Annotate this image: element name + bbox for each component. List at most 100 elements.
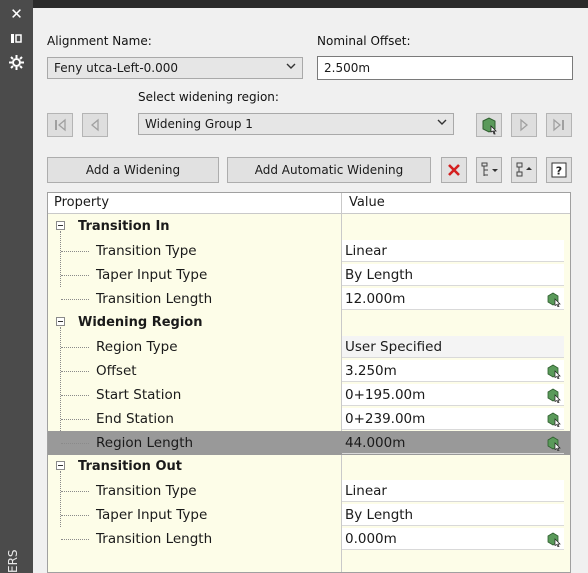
property-value: 44.000m — [345, 435, 406, 451]
tree-line — [61, 419, 89, 420]
previous-icon — [90, 118, 99, 132]
property-value: 3.250m — [345, 363, 397, 379]
property-name: End Station — [96, 411, 174, 427]
tree-line — [61, 299, 89, 300]
category-row[interactable]: Widening Region — [48, 311, 570, 431]
sort-button[interactable] — [511, 157, 537, 183]
category-label: Transition In — [78, 219, 170, 234]
tree-line — [61, 491, 89, 492]
last-region-button[interactable] — [546, 113, 572, 137]
grid-header: Property Value — [48, 193, 570, 214]
property-value: By Length — [345, 267, 414, 283]
tree-line — [61, 515, 89, 516]
pick-from-drawing-icon[interactable] — [546, 363, 562, 379]
property-name: Region Type — [96, 339, 178, 355]
svg-text:?: ? — [556, 165, 562, 178]
collapse-icon[interactable] — [56, 221, 65, 230]
property-row[interactable]: Offset 3.250m — [48, 359, 570, 383]
value-column-header: Value — [349, 195, 385, 210]
select-region-label: Select widening region: — [138, 90, 279, 104]
pick-from-drawing-icon[interactable] — [546, 435, 562, 451]
property-value: 0+239.00m — [345, 411, 426, 427]
help-button[interactable]: ? — [546, 157, 572, 183]
property-value-field[interactable]: 44.000m — [342, 432, 564, 454]
property-name: Transition Type — [96, 483, 197, 499]
property-value-field[interactable]: Linear — [342, 480, 564, 502]
add-widening-button[interactable]: Add a Widening — [47, 157, 219, 183]
pick-from-drawing-icon[interactable] — [546, 411, 562, 427]
tree-line — [61, 443, 89, 444]
auto-hide-icon[interactable] — [8, 30, 25, 47]
pick-from-drawing-icon[interactable] — [546, 387, 562, 403]
property-grid: Property Value Transition In Transition T… — [47, 192, 571, 573]
next-icon — [520, 118, 529, 132]
property-row[interactable]: Transition Type Linear — [48, 239, 570, 263]
property-row[interactable]: Transition Type Linear — [48, 479, 570, 503]
first-icon — [55, 118, 66, 132]
property-value-field[interactable]: 12.000m — [342, 288, 564, 310]
sort-icon — [516, 162, 532, 177]
property-name: Start Station — [96, 387, 182, 403]
nominal-offset-input[interactable]: 2.500m — [317, 56, 573, 80]
first-region-button[interactable] — [47, 113, 73, 137]
tree-line — [61, 539, 89, 540]
palette-title: ERS — [6, 549, 20, 573]
next-region-button[interactable] — [511, 113, 537, 137]
property-row[interactable]: Transition Length 12.000m — [48, 287, 570, 311]
tree-line — [61, 347, 89, 348]
palette-sidebar: ✕ ERS — [0, 0, 33, 573]
tree-line — [61, 275, 89, 276]
collapse-icon[interactable] — [56, 461, 65, 470]
property-value: 12.000m — [345, 291, 406, 307]
property-row[interactable]: Region Length 44.000m — [48, 431, 570, 455]
property-value: 0.000m — [345, 531, 397, 547]
alignment-name-label: Alignment Name: — [47, 34, 152, 48]
previous-region-button[interactable] — [82, 113, 108, 137]
alignment-name-value: Feny utca-Left-0.000 — [54, 61, 179, 75]
pick-region-icon — [482, 117, 497, 135]
add-automatic-widening-button[interactable]: Add Automatic Widening — [227, 157, 431, 183]
property-value-field[interactable]: Linear — [342, 240, 564, 262]
alignment-name-dropdown[interactable]: Feny utca-Left-0.000 — [47, 57, 303, 79]
category-row[interactable]: Transition In — [48, 215, 570, 287]
property-name: Transition Length — [96, 291, 213, 307]
delete-widening-button[interactable] — [441, 157, 467, 183]
property-value-field[interactable]: 3.250m — [342, 360, 564, 382]
category-label: Transition Out — [78, 459, 182, 474]
close-icon[interactable]: ✕ — [8, 6, 25, 23]
widening-region-value: Widening Group 1 — [145, 117, 253, 131]
property-name: Transition Type — [96, 243, 197, 259]
tree-line — [61, 371, 89, 372]
tree-line — [61, 251, 89, 252]
category-row[interactable]: Transition Out — [48, 455, 570, 527]
property-row[interactable]: Taper Input Type By Length — [48, 263, 570, 287]
property-name: Offset — [96, 363, 137, 379]
property-row[interactable]: Start Station 0+195.00m — [48, 383, 570, 407]
property-name: Taper Input Type — [96, 267, 208, 283]
property-value-field[interactable]: 0+239.00m — [342, 408, 564, 430]
property-name: Region Length — [96, 435, 194, 451]
property-value: 0+195.00m — [345, 387, 426, 403]
property-value-field[interactable]: 0+195.00m — [342, 384, 564, 406]
view-options-button[interactable] — [476, 157, 502, 183]
property-value: Linear — [345, 243, 387, 259]
delete-x-icon — [448, 164, 460, 176]
property-value-field[interactable]: 0.000m — [342, 528, 564, 550]
property-row[interactable]: Taper Input Type By Length — [48, 503, 570, 527]
tree-view-icon — [481, 162, 498, 176]
property-row[interactable]: End Station 0+239.00m — [48, 407, 570, 431]
property-row[interactable]: Transition Length 0.000m — [48, 527, 570, 551]
property-value-field[interactable]: By Length — [342, 504, 564, 526]
property-value-field[interactable]: By Length — [342, 264, 564, 286]
pick-from-drawing-icon[interactable] — [546, 291, 562, 307]
pick-from-drawing-icon[interactable] — [546, 531, 562, 547]
property-value-field[interactable]: User Specified — [342, 336, 564, 358]
nominal-offset-label: Nominal Offset: — [317, 34, 411, 48]
properties-gear-icon[interactable] — [8, 54, 25, 71]
property-row[interactable]: Region Type User Specified — [48, 335, 570, 359]
widening-region-dropdown[interactable]: Widening Group 1 — [138, 113, 454, 135]
chevron-down-icon — [437, 119, 447, 125]
collapse-icon[interactable] — [56, 317, 65, 326]
help-icon: ? — [551, 162, 567, 178]
pick-region-button[interactable] — [476, 113, 502, 137]
